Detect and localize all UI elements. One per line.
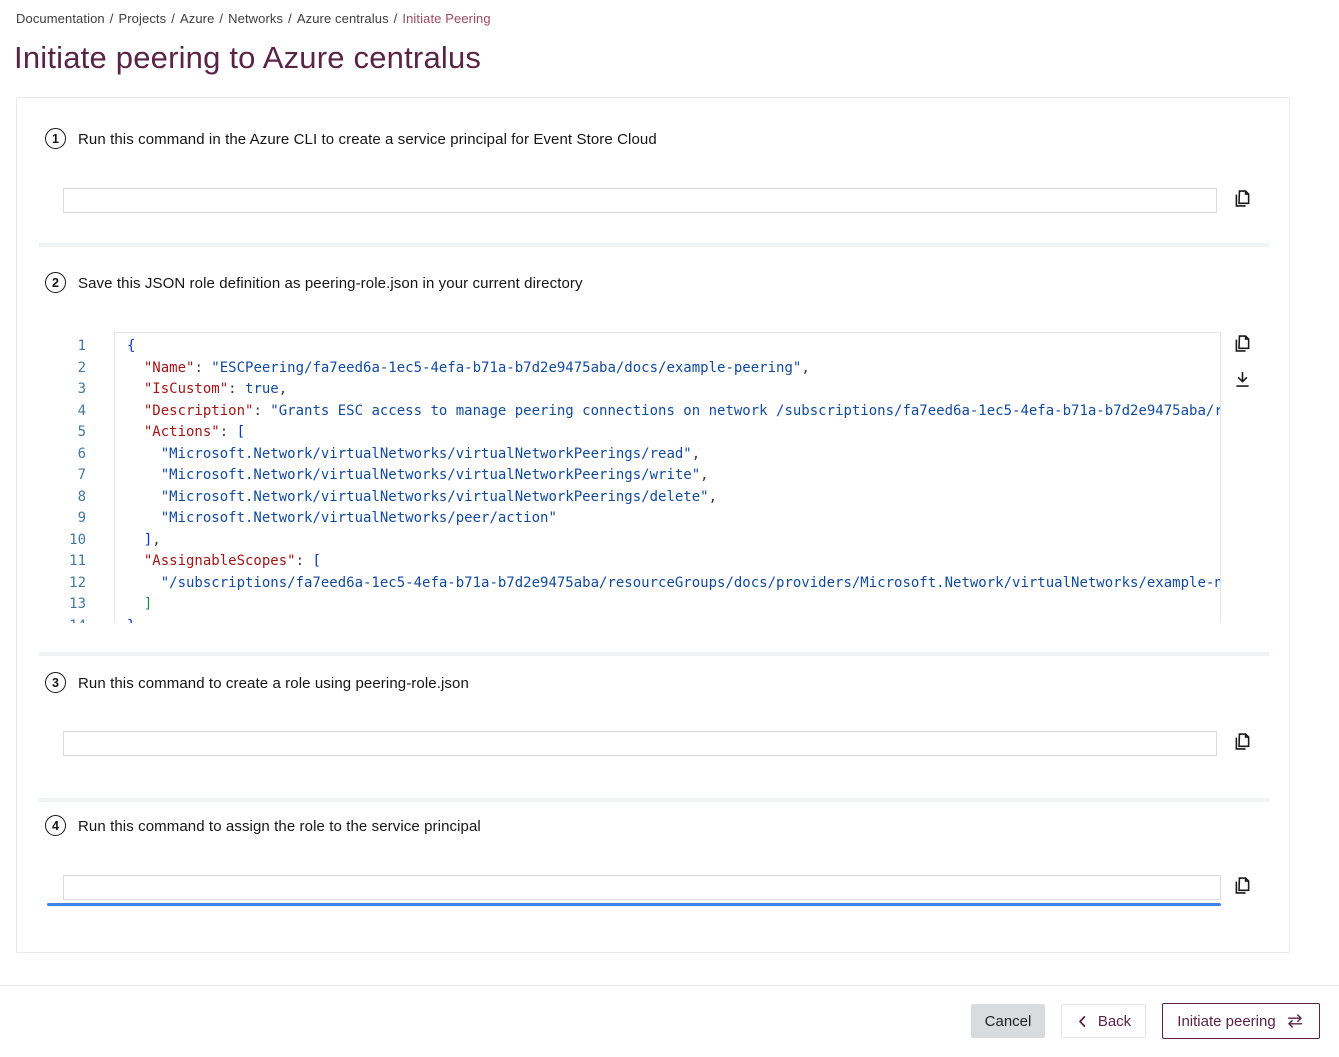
initiate-peering-label: Initiate peering	[1177, 1013, 1275, 1030]
editor-lines: 1{2 "Name": "ESCPeering/fa7eed6a-1ec5-4e…	[63, 332, 1221, 623]
breadcrumb-link[interactable]: Azure centralus	[297, 11, 389, 26]
editor-line: 5 "Actions": [	[63, 422, 1221, 444]
line-code: "Actions": [	[114, 422, 1221, 444]
step-1-instruction: Run this command in the Azure CLI to cre…	[78, 131, 657, 148]
breadcrumb-separator: /	[110, 11, 114, 26]
line-number: 10	[63, 530, 114, 552]
editor-line: 8 "Microsoft.Network/virtualNetworks/vir…	[63, 487, 1221, 509]
step-3-number: 3	[45, 672, 66, 693]
editor-line: 6 "Microsoft.Network/virtualNetworks/vir…	[63, 444, 1221, 466]
step-2-instruction: Save this JSON role definition as peerin…	[78, 275, 583, 292]
line-number: 7	[63, 465, 114, 487]
steps-card: 1 Run this command in the Azure CLI to c…	[16, 97, 1290, 953]
json-role-editor[interactable]: 1{2 "Name": "ESCPeering/fa7eed6a-1ec5-4e…	[63, 332, 1221, 623]
download-icon	[1232, 369, 1254, 390]
line-code: }	[114, 616, 1221, 624]
editor-line: 4 "Description": "Grants ESC access to m…	[63, 401, 1221, 423]
back-button[interactable]: Back	[1061, 1004, 1146, 1038]
line-number: 9	[63, 508, 114, 530]
line-code: "AssignableScopes": [	[114, 551, 1221, 573]
divider	[39, 798, 1269, 802]
editor-line: 3 "IsCustom": true,	[63, 379, 1221, 401]
step-1-command-field[interactable]: az ad sp create --id e3899b11-4f6c-49ae-…	[63, 188, 1217, 213]
breadcrumb-separator: /	[288, 11, 292, 26]
step-2-download-button[interactable]	[1232, 368, 1254, 390]
editor-line: 2 "Name": "ESCPeering/fa7eed6a-1ec5-4efa…	[63, 358, 1221, 380]
divider	[39, 243, 1269, 247]
editor-line: 12 "/subscriptions/fa7eed6a-1ec5-4efa-b7…	[63, 573, 1221, 595]
line-number: 4	[63, 401, 114, 423]
line-number: 13	[63, 594, 114, 616]
line-number: 12	[63, 573, 114, 595]
breadcrumb-separator: /	[394, 11, 398, 26]
step-1-copy-button[interactable]	[1232, 187, 1254, 209]
editor-line: 11 "AssignableScopes": [	[63, 551, 1221, 573]
line-code: ]	[114, 594, 1221, 616]
line-number: 2	[63, 358, 114, 380]
line-code: "Description": "Grants ESC access to man…	[114, 401, 1221, 423]
step-4-copy-button[interactable]	[1232, 874, 1254, 896]
breadcrumb-separator: /	[171, 11, 175, 26]
step-2-number: 2	[45, 272, 66, 293]
divider	[39, 652, 1269, 656]
breadcrumb-current: Initiate Peering	[402, 11, 490, 26]
copy-icon	[1232, 333, 1254, 354]
cancel-button-label: Cancel	[985, 1013, 1032, 1030]
transfer-arrows-icon	[1285, 1013, 1305, 1029]
line-code: "Microsoft.Network/virtualNetworks/virtu…	[114, 465, 1221, 487]
initiate-peering-button[interactable]: Initiate peering	[1162, 1003, 1320, 1039]
line-number: 6	[63, 444, 114, 466]
editor-line: 13 ]	[63, 594, 1221, 616]
editor-line: 7 "Microsoft.Network/virtualNetworks/vir…	[63, 465, 1221, 487]
breadcrumb: Documentation / Projects / Azure / Networks / Az…	[16, 11, 491, 26]
footer-divider	[0, 985, 1339, 986]
breadcrumb-separator: /	[219, 11, 223, 26]
step-4-command-field[interactable]: az role assignment create --role "ESCPee…	[63, 875, 1221, 900]
breadcrumb-link[interactable]: Networks	[228, 11, 283, 26]
breadcrumb-link[interactable]: Documentation	[16, 11, 105, 26]
editor-line: 9 "Microsoft.Network/virtualNetworks/pee…	[63, 508, 1221, 530]
line-number: 11	[63, 551, 114, 573]
copy-icon	[1232, 731, 1254, 752]
breadcrumb-link[interactable]: Projects	[118, 11, 166, 26]
line-code: ],	[114, 530, 1221, 552]
step-3-copy-button[interactable]	[1232, 730, 1254, 752]
step-3-command-field[interactable]: az role definition create --role-definit…	[63, 731, 1217, 756]
copy-icon	[1232, 875, 1254, 896]
editor-line: 10 ],	[63, 530, 1221, 552]
step-2-copy-button[interactable]	[1232, 332, 1254, 354]
editor-line: 14}	[63, 616, 1221, 624]
horizontal-scrollbar[interactable]	[47, 903, 1221, 906]
copy-icon	[1232, 188, 1254, 209]
breadcrumb-link[interactable]: Azure	[180, 11, 214, 26]
line-code: "/subscriptions/fa7eed6a-1ec5-4efa-b71a-…	[114, 573, 1221, 595]
line-number: 5	[63, 422, 114, 444]
line-code: {	[114, 336, 1221, 358]
step-3-instruction: Run this command to create a role using …	[78, 675, 469, 692]
chevron-left-icon	[1076, 1014, 1089, 1029]
line-number: 3	[63, 379, 114, 401]
step-4-number: 4	[45, 815, 66, 836]
line-number: 1	[63, 336, 114, 358]
page-title: Initiate peering to Azure centralus	[14, 40, 481, 76]
back-button-label: Back	[1098, 1013, 1131, 1030]
line-code: "Microsoft.Network/virtualNetworks/virtu…	[114, 444, 1221, 466]
cancel-button[interactable]: Cancel	[971, 1004, 1045, 1038]
line-number: 8	[63, 487, 114, 509]
editor-line: 1{	[63, 336, 1221, 358]
line-number: 14	[63, 616, 114, 624]
line-code: "IsCustom": true,	[114, 379, 1221, 401]
step-4-instruction: Run this command to assign the role to t…	[78, 818, 481, 835]
step-1-number: 1	[45, 128, 66, 149]
line-code: "Name": "ESCPeering/fa7eed6a-1ec5-4efa-b…	[114, 358, 1221, 380]
line-code: "Microsoft.Network/virtualNetworks/virtu…	[114, 487, 1221, 509]
line-code: "Microsoft.Network/virtualNetworks/peer/…	[114, 508, 1221, 530]
